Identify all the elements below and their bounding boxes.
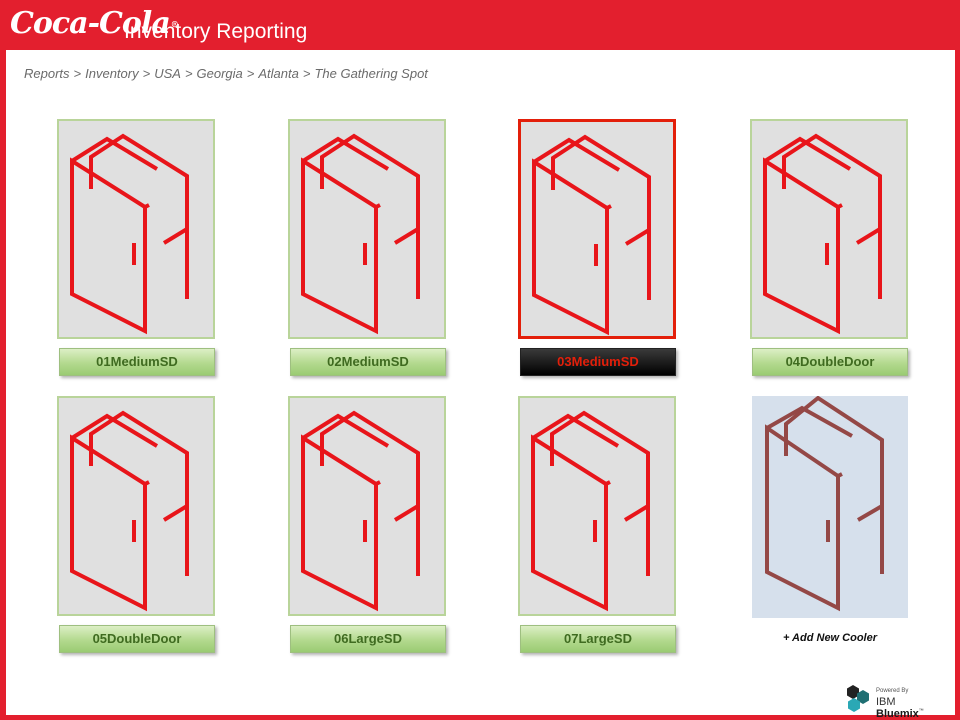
- cooler-card-03[interactable]: 03MediumSD: [518, 119, 680, 376]
- app-title: Inventory Reporting: [124, 20, 308, 43]
- cooler-label[interactable]: 07LargeSD: [520, 625, 676, 653]
- cooler-label[interactable]: 05DoubleDoor: [59, 625, 215, 653]
- cooler-door-icon: [301, 133, 420, 335]
- cooler-label[interactable]: 03MediumSD: [520, 348, 676, 376]
- brand-name: Bluemix: [876, 708, 919, 720]
- cooler-label[interactable]: 02MediumSD: [290, 348, 446, 376]
- add-cooler-door-icon: [765, 395, 884, 612]
- cooler-label[interactable]: 04DoubleDoor: [752, 348, 908, 376]
- cooler-door-icon: [70, 133, 189, 335]
- cooler-door-icon: [532, 134, 651, 336]
- breadcrumb-separator: >: [302, 66, 311, 81]
- cooler-card-07[interactable]: 07LargeSD: [518, 396, 680, 653]
- breadcrumb-reports[interactable]: Reports: [24, 66, 70, 81]
- cooler-door-icon: [70, 410, 189, 612]
- breadcrumb-the-gathering-spot[interactable]: The Gathering Spot: [314, 66, 427, 81]
- breadcrumb-inventory[interactable]: Inventory: [85, 66, 138, 81]
- breadcrumb-separator: >: [246, 66, 255, 81]
- cooler-image[interactable]: [518, 396, 676, 616]
- cooler-card-05[interactable]: 05DoubleDoor: [57, 396, 219, 653]
- bluemix-hexagon-logo-icon: [847, 685, 869, 712]
- main-content: Reports > Inventory > USA > Georgia > Atlanta > Th…: [6, 50, 955, 720]
- cooler-image[interactable]: [750, 119, 908, 339]
- cooler-image[interactable]: [288, 396, 446, 616]
- cooler-card-01[interactable]: 01MediumSD: [57, 119, 219, 376]
- breadcrumb-georgia[interactable]: Georgia: [197, 66, 243, 81]
- breadcrumb: Reports > Inventory > USA > Georgia > Atlanta > Th…: [24, 66, 428, 81]
- cooler-image[interactable]: [518, 119, 676, 339]
- powered-by-text: Powered By: [876, 688, 909, 694]
- cooler-image[interactable]: [288, 119, 446, 339]
- cooler-door-icon: [763, 133, 882, 335]
- cooler-image[interactable]: [57, 396, 215, 616]
- cooler-card-04[interactable]: 04DoubleDoor: [750, 119, 912, 376]
- breadcrumb-separator: >: [184, 66, 193, 81]
- bluemix-brand: IBM Bluemix™: [876, 696, 940, 720]
- cooler-card-02[interactable]: 02MediumSD: [288, 119, 450, 376]
- cooler-image[interactable]: [57, 119, 215, 339]
- breadcrumb-separator: >: [142, 66, 151, 81]
- app-header: Coca-Cola® Inventory Reporting: [0, 0, 960, 50]
- cooler-card-06[interactable]: 06LargeSD: [288, 396, 450, 653]
- cooler-door-icon: [301, 410, 420, 612]
- cooler-label[interactable]: 06LargeSD: [290, 625, 446, 653]
- add-new-cooler-card[interactable]: [752, 395, 908, 618]
- breadcrumb-usa[interactable]: USA: [154, 66, 181, 81]
- brand-prefix: IBM: [876, 696, 896, 708]
- cooler-door-icon: [531, 410, 650, 612]
- cooler-label[interactable]: 01MediumSD: [59, 348, 215, 376]
- breadcrumb-separator: >: [73, 66, 82, 81]
- add-new-cooler-link[interactable]: + Add New Cooler: [752, 632, 908, 644]
- powered-by-bluemix: Powered By IBM Bluemix™: [844, 684, 940, 720]
- brand-trademark: ™: [918, 708, 924, 714]
- breadcrumb-atlanta[interactable]: Atlanta: [258, 66, 298, 81]
